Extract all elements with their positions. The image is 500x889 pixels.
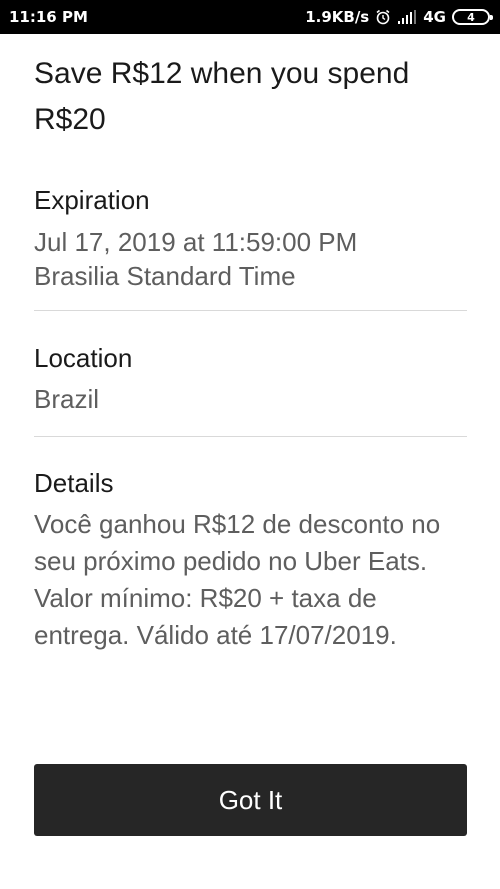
got-it-button[interactable]: Got It	[34, 764, 467, 836]
battery-level: 4	[467, 10, 475, 24]
expiration-heading: Expiration	[34, 185, 150, 215]
alarm-icon	[375, 9, 391, 25]
details-heading: Details	[34, 468, 114, 498]
battery-icon: 4	[452, 9, 493, 25]
expiration-timezone: Brasilia Standard Time	[34, 261, 296, 291]
network-type: 4G	[423, 8, 446, 26]
promo-title: Save R$12 when you spend R$20	[34, 57, 410, 136]
location-section: Location Brazil	[34, 341, 467, 418]
status-time: 11:16 PM	[9, 8, 88, 26]
location-value: Brazil	[34, 384, 100, 414]
signal-icon	[397, 10, 417, 24]
details-text: Você ganhou R$12 de desconto no seu próx…	[34, 509, 441, 650]
promo-details: Save R$12 when you spend R$20 Expiration…	[34, 34, 467, 654]
location-heading: Location	[34, 343, 133, 373]
divider	[34, 436, 467, 437]
details-section: Details Você ganhou R$12 de desconto no …	[34, 466, 467, 654]
status-indicators: 1.9KB/s 4G 4	[305, 8, 493, 26]
expiration-section: Expiration Jul 17, 2019 at 11:59:00 PM B…	[34, 183, 467, 295]
divider	[34, 310, 467, 311]
expiration-date: Jul 17, 2019 at 11:59:00 PM	[34, 227, 358, 257]
network-speed: 1.9KB/s	[305, 8, 370, 26]
status-bar: 11:16 PM 1.9KB/s 4G 4	[0, 0, 500, 34]
